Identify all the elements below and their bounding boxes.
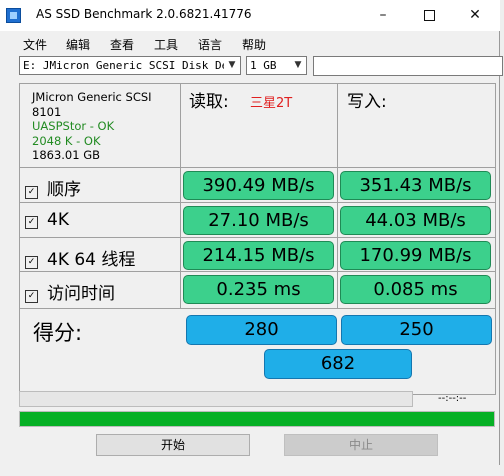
stop-button[interactable]: 中止 <box>284 434 438 456</box>
overall-progress-bar <box>19 411 495 427</box>
4k64-write-result: 170.99 MB/s <box>340 241 491 270</box>
search-input[interactable] <box>313 56 503 76</box>
divider <box>180 83 181 309</box>
minimize-button[interactable]: – <box>360 0 406 31</box>
divider <box>19 83 496 84</box>
size-select-value: 1 GB <box>250 59 277 72</box>
row-4k64-label[interactable]: ✓ 4K 64 线程 <box>25 245 135 270</box>
4k64-read-result: 214.15 MB/s <box>183 241 334 270</box>
title-bar: AS SSD Benchmark 2.0.6821.41776 – ✕ <box>0 0 500 31</box>
divider <box>19 308 496 309</box>
drive-capacity: 1863.01 GB <box>32 148 101 162</box>
row-access-label[interactable]: ✓ 访问时间 <box>25 279 115 304</box>
overall-progress-fill <box>20 412 494 426</box>
row-label-text: 4K <box>47 210 69 230</box>
menu-file[interactable]: 文件 <box>23 36 47 53</box>
chevron-down-icon: ▼ <box>290 57 306 74</box>
elapsed-time: --:--:-- <box>438 393 467 404</box>
divider <box>495 83 496 395</box>
drive-name: JMicron Generic SCSI <box>32 90 152 104</box>
row-label-text: 4K 64 线程 <box>47 250 136 270</box>
drive-select-value: E: JMicron Generic SCSI Disk Devi <box>23 59 241 72</box>
menu-bar: 文件 编辑 查看 工具 语言 帮助 <box>0 33 500 53</box>
menu-tools[interactable]: 工具 <box>154 36 178 53</box>
chevron-down-icon: ▼ <box>224 57 240 74</box>
row-label-text: 顺序 <box>47 180 81 200</box>
write-column-header: 写入: <box>347 92 387 112</box>
menu-language[interactable]: 语言 <box>198 36 222 53</box>
access-write-result: 0.085 ms <box>340 275 491 304</box>
divider <box>19 83 20 395</box>
access-read-result: 0.235 ms <box>183 275 334 304</box>
4k-read-result: 27.10 MB/s <box>183 206 334 235</box>
divider <box>337 83 338 309</box>
score-label: 得分: <box>33 321 83 345</box>
maximize-button[interactable] <box>406 0 452 31</box>
menu-view[interactable]: 查看 <box>110 36 134 53</box>
divider <box>19 271 496 272</box>
menu-edit[interactable]: 编辑 <box>66 36 90 53</box>
alignment-status: 2048 K - OK <box>32 133 101 148</box>
checkbox-icon[interactable]: ✓ <box>25 216 38 229</box>
app-window: AS SSD Benchmark 2.0.6821.41776 – ✕ 文件 编… <box>0 0 503 476</box>
read-column-note: 三星2T <box>250 96 293 111</box>
seq-read-result: 390.49 MB/s <box>183 171 334 200</box>
start-button[interactable]: 开始 <box>96 434 250 456</box>
checkbox-icon[interactable]: ✓ <box>25 256 38 269</box>
write-score: 250 <box>341 315 492 345</box>
checkbox-icon[interactable]: ✓ <box>25 186 38 199</box>
checkbox-icon[interactable]: ✓ <box>25 290 38 303</box>
read-column-header: 读取: <box>189 92 229 112</box>
4k-write-result: 44.03 MB/s <box>340 206 491 235</box>
size-select[interactable]: 1 GB ▼ <box>246 56 307 75</box>
divider <box>19 237 496 238</box>
driver-status: UASPStor - OK <box>32 119 115 133</box>
close-button[interactable]: ✕ <box>452 0 498 31</box>
drive-firmware: 8101 <box>32 104 62 119</box>
window-title: AS SSD Benchmark 2.0.6821.41776 <box>36 7 252 21</box>
drive-info: JMicron Generic SCSI 8101 UASPStor - OK … <box>32 90 152 163</box>
maximize-icon <box>423 9 435 21</box>
row-label-text: 访问时间 <box>47 284 115 304</box>
row-seq-label[interactable]: ✓ 顺序 <box>25 175 81 200</box>
window-bottom-edge <box>0 465 500 476</box>
menu-help[interactable]: 帮助 <box>242 36 266 53</box>
row-4k-label[interactable]: ✓ 4K <box>25 210 69 230</box>
read-score: 280 <box>186 315 337 345</box>
divider <box>19 202 496 203</box>
test-progress-bar <box>19 391 413 407</box>
total-score: 682 <box>264 349 412 379</box>
divider <box>19 167 496 168</box>
seq-write-result: 351.43 MB/s <box>340 171 491 200</box>
drive-select[interactable]: E: JMicron Generic SCSI Disk Devi ▼ <box>19 56 241 75</box>
app-icon <box>6 8 21 23</box>
